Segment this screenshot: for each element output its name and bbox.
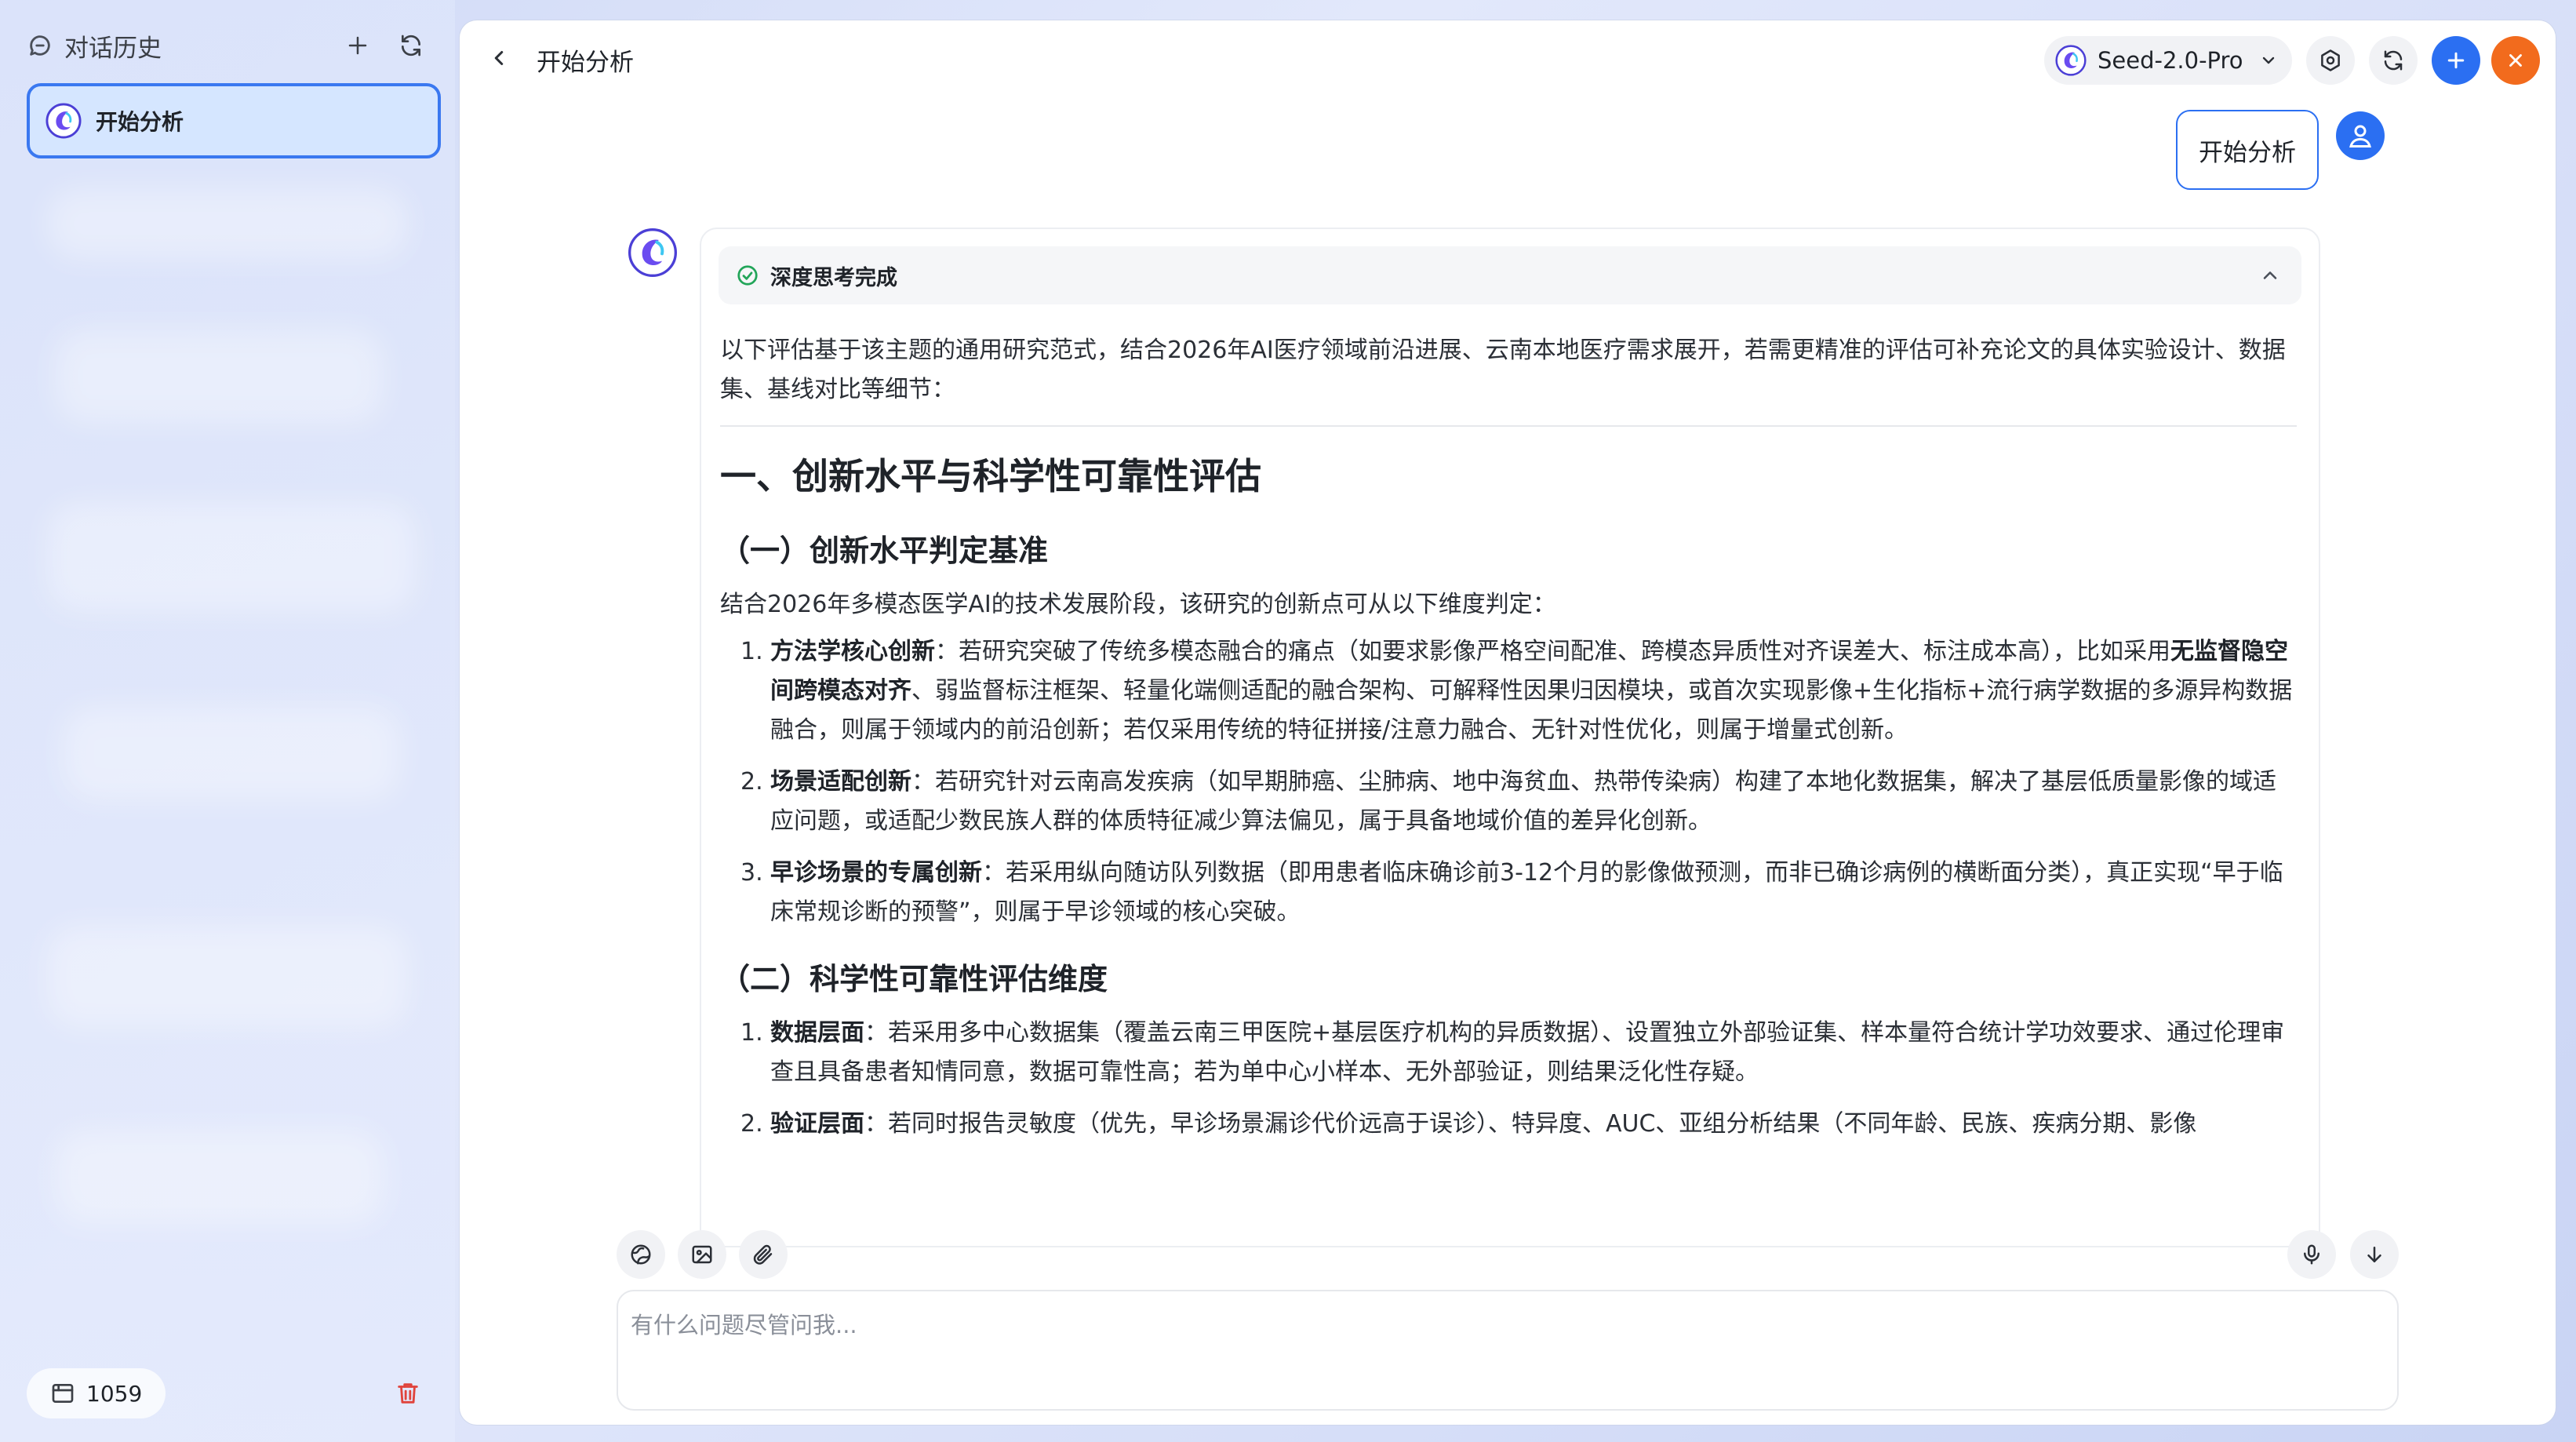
list-number: 2. — [740, 768, 763, 796]
settings-icon — [2321, 49, 2340, 71]
refresh-icon — [2384, 50, 2403, 71]
refresh-button[interactable] — [2369, 36, 2418, 85]
image-icon — [692, 1245, 712, 1264]
section-heading: （二）科学性可靠性评估维度 — [720, 962, 1108, 996]
assistant-message: 深度思考完成 以下评估基于该主题的通用研究范式，结合2026年AI医疗领域前沿进… — [700, 228, 2320, 1247]
attach-file-button[interactable] — [739, 1230, 788, 1279]
list-item: 2. 验证层面：若同时报告灵敏度（优先，早诊场景漏诊代价远高于误诊）、特异度、A… — [720, 1105, 2297, 1144]
trash-icon — [398, 1383, 418, 1404]
history-icon — [27, 32, 53, 59]
user-message: 开始分析 — [2176, 110, 2319, 190]
item-text: ：若研究突破了传统多模态融合的痛点（如要求影像严格空间配准、跨模态异质性对齐误差… — [935, 638, 2170, 665]
blur-decoration — [47, 188, 408, 259]
list-number: 1. — [740, 1019, 763, 1047]
back-icon — [494, 51, 504, 65]
item-text: ：若采用纵向随访队列数据（即用患者临床确诊前3-12个月的影像做预测，而非已确诊… — [770, 859, 2283, 926]
conversation-label: 开始分析 — [96, 109, 184, 135]
model-selector[interactable]: Seed-2.0-Pro — [2044, 36, 2292, 85]
answer-intro: 以下评估基于该主题的通用研究范式，结合2026年AI医疗领域前沿进展、云南本地医… — [720, 337, 2286, 403]
app-logo-icon — [45, 103, 82, 139]
clear-history-button[interactable] — [392, 1378, 424, 1409]
model-name: Seed-2.0-Pro — [2098, 47, 2243, 74]
section-heading: （一）创新水平判定基准 — [720, 533, 1049, 568]
thinking-status: 深度思考完成 — [770, 265, 897, 290]
blur-decoration — [47, 926, 408, 1028]
user-avatar — [2336, 111, 2385, 160]
sidebar: 对话历史 开始分析 1059 — [0, 0, 455, 1442]
check-icon — [736, 264, 759, 287]
image-upload-button[interactable] — [678, 1230, 726, 1279]
item-text: ：若研究针对云南高发疾病（如早期肺癌、尘肺病、地中海贫血、热带传染病）构建了本地… — [770, 768, 2276, 835]
item-text: 、弱监督标注框架、轻量化端侧适配的融合架构、可解释性因果归因模块，或首次实现影像… — [770, 677, 2293, 744]
list-item: 1. 方法学核心创新：若研究突破了传统多模态融合的痛点（如要求影像严格空间配准、… — [720, 632, 2297, 750]
divider — [720, 425, 2297, 427]
close-button[interactable] — [2491, 36, 2540, 85]
list-item: 2. 场景适配创新：若研究针对云南高发疾病（如早期肺癌、尘肺病、地中海贫血、热带… — [720, 763, 2297, 841]
settings-button[interactable] — [2306, 36, 2355, 85]
criteria-list: 1. 数据层面：若采用多中心数据集（覆盖云南三甲医院+基层医疗机构的异质数据）、… — [720, 1014, 2297, 1144]
scroll-to-bottom-button[interactable] — [2350, 1230, 2399, 1279]
section-lead: 结合2026年多模态医学AI的技术发展阶段，该研究的创新点可从以下维度判定： — [720, 591, 1556, 618]
chat-panel: 开始分析 Seed-2.0-Pro 开始分析 深度思考完成 以下评估基于该主题的… — [460, 20, 2556, 1425]
chevron-down-icon — [2259, 51, 2278, 70]
voice-input-button[interactable] — [2287, 1230, 2336, 1279]
attach-icon — [753, 1244, 773, 1265]
list-number: 2. — [740, 1110, 763, 1138]
new-chat-button[interactable] — [2432, 36, 2480, 85]
list-item: 3. 早诊场景的专属创新：若采用纵向随访队列数据（即用患者临床确诊前3-12个月… — [720, 854, 2297, 932]
sidebar-title: 对话历史 — [64, 34, 162, 63]
back-button[interactable] — [480, 39, 518, 77]
blur-decoration — [47, 502, 416, 612]
arrow-down-icon — [2367, 1247, 2381, 1262]
conversation-count-button[interactable]: 1059 — [27, 1368, 166, 1418]
message-input[interactable] — [631, 1307, 2385, 1393]
list-item: 1. 数据层面：若采用多中心数据集（覆盖云南三甲医院+基层医疗机构的异质数据）、… — [720, 1014, 2297, 1092]
thinking-toggle[interactable]: 深度思考完成 — [719, 246, 2301, 304]
input-toolbar — [617, 1225, 2399, 1284]
item-text: ：若采用多中心数据集（覆盖云南三甲医院+基层医疗机构的异质数据）、设置独立外部验… — [770, 1019, 2285, 1086]
message-input-box — [617, 1290, 2399, 1411]
new-chat-button[interactable] — [337, 25, 378, 66]
translate-button[interactable] — [617, 1230, 665, 1279]
item-title: 早诊场景的专属创新 — [770, 859, 982, 887]
refresh-history-button[interactable] — [391, 25, 431, 66]
page-title: 开始分析 — [537, 49, 634, 77]
plus-icon — [2447, 52, 2465, 69]
conversation-count: 1059 — [86, 1380, 143, 1407]
app-logo-icon — [628, 228, 677, 277]
translate-icon — [631, 1244, 651, 1265]
sidebar-header: 对话历史 — [27, 25, 431, 66]
archive-icon — [50, 1381, 75, 1406]
answer-content: 以下评估基于该主题的通用研究范式，结合2026年AI医疗领域前沿进展、云南本地医… — [720, 331, 2297, 1156]
refresh-icon — [402, 35, 420, 56]
item-text: ：若同时报告灵敏度（优先，早诊场景漏诊代价远高于误诊）、特异度、AUC、亚组分析… — [864, 1110, 2197, 1138]
blur-decoration — [63, 706, 400, 800]
chevron-up-icon — [2259, 264, 2281, 286]
sidebar-footer: 1059 — [27, 1368, 424, 1418]
blur-decoration — [55, 1130, 384, 1224]
close-icon — [2509, 54, 2522, 67]
criteria-list: 1. 方法学核心创新：若研究突破了传统多模态融合的痛点（如要求影像严格空间配准、… — [720, 632, 2297, 932]
list-number: 1. — [740, 638, 763, 665]
mic-icon — [2304, 1244, 2319, 1265]
assistant-avatar — [628, 228, 678, 278]
item-title: 场景适配创新 — [770, 768, 911, 796]
item-title: 方法学核心创新 — [770, 638, 935, 665]
answer-heading-1: 一、创新水平与科学性可靠性评估 — [720, 455, 1261, 497]
list-number: 3. — [740, 859, 763, 887]
conversation-item[interactable]: 开始分析 — [27, 83, 441, 158]
blur-decoration — [55, 330, 384, 424]
plus-icon — [348, 36, 367, 55]
user-icon — [2349, 125, 2371, 147]
app-logo-icon — [2055, 45, 2087, 76]
item-title: 验证层面 — [770, 1110, 864, 1138]
item-title: 数据层面 — [770, 1019, 864, 1047]
